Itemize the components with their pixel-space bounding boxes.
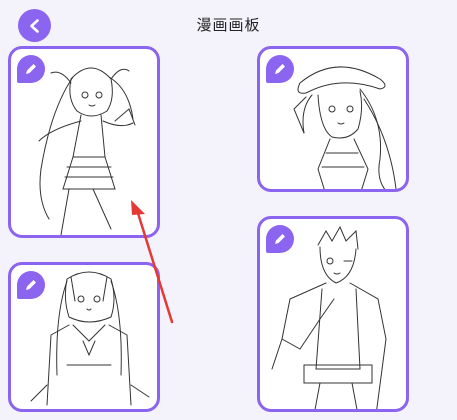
edit-badge[interactable] [266,225,294,253]
drawing-card-uniform-girl[interactable] [8,262,160,412]
pencil-icon [26,280,36,290]
top-bar: 漫画画板 [0,0,457,48]
page-title: 漫画画板 [196,16,261,34]
edit-badge[interactable] [17,271,45,299]
drawing-card-jacket-boy[interactable] [257,216,409,412]
edit-badge[interactable] [17,55,45,83]
drawing-card-twintails-girl[interactable] [8,46,160,238]
drawing-card-sunhat-girl[interactable] [257,46,409,192]
pencil-icon [275,64,285,74]
pencil-icon [26,64,36,74]
pencil-icon [275,234,285,244]
edit-badge[interactable] [266,55,294,83]
